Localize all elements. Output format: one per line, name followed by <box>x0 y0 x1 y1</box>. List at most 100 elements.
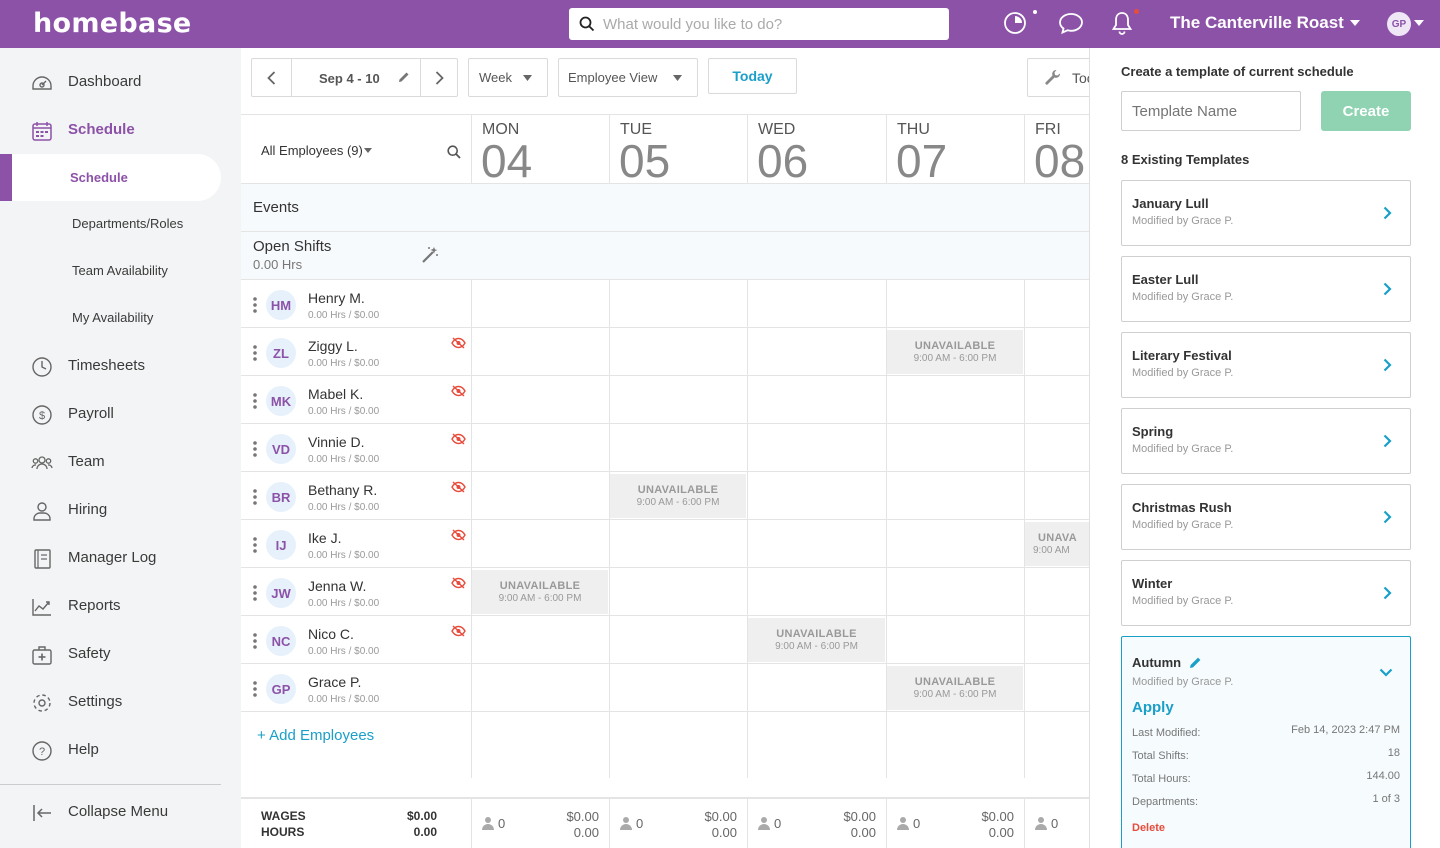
sidebar-item-dashboard[interactable]: Dashboard <box>0 62 241 102</box>
template-card[interactable]: January Lull Modified by Grace P. <box>1121 180 1411 246</box>
date-range-display[interactable]: Sep 4 - 10 <box>292 59 420 96</box>
active-indicator <box>0 154 12 201</box>
employee-name[interactable]: Henry M. <box>308 290 365 306</box>
subnav-team-availability[interactable]: Team Availability <box>0 253 241 289</box>
magic-wand-icon[interactable] <box>421 246 439 264</box>
kebab-menu-icon[interactable] <box>253 585 257 601</box>
employee-row[interactable]: IJ Ike J. 0.00 Hrs / $0.00 <box>241 520 1090 568</box>
template-card[interactable]: Literary Festival Modified by Grace P. <box>1121 332 1411 398</box>
employee-avatar: ZL <box>266 338 296 368</box>
kebab-menu-icon[interactable] <box>253 441 257 457</box>
subnav-departments-roles[interactable]: Departments/Roles <box>0 206 241 242</box>
unavailable-block[interactable]: UNAVAILABLE 9:00 AM - 6:00 PM <box>610 474 746 518</box>
sidebar-item-team[interactable]: Team <box>0 442 241 482</box>
sidebar-item-timesheets[interactable]: Timesheets <box>0 346 241 386</box>
range-select[interactable]: Week <box>468 58 548 97</box>
delete-template-button[interactable]: Delete <box>1132 822 1165 834</box>
pencil-icon[interactable] <box>1189 656 1202 669</box>
prev-week-button[interactable] <box>252 59 292 96</box>
employee-name[interactable]: Jenna W. <box>308 578 366 594</box>
sidebar-item-help[interactable]: ? Help <box>0 730 241 770</box>
template-card[interactable]: Easter Lull Modified by Grace P. <box>1121 256 1411 322</box>
chevron-down-icon[interactable] <box>1379 668 1393 677</box>
clock-icon <box>32 357 52 377</box>
sidebar-item-label: Help <box>68 741 99 758</box>
kebab-menu-icon[interactable] <box>253 537 257 553</box>
user-avatar[interactable]: GP <box>1387 12 1411 36</box>
create-template-button[interactable]: Create <box>1321 91 1411 131</box>
caret-down-icon <box>363 148 372 153</box>
employee-name[interactable]: Bethany R. <box>308 482 377 498</box>
template-card[interactable]: Christmas Rush Modified by Grace P. <box>1121 484 1411 550</box>
location-selector[interactable]: The Canterville Roast <box>1170 13 1360 33</box>
top-bar: homebase The Canterville Roast GP <box>0 0 1440 48</box>
unavailable-block[interactable]: UNAVAILABLE 9:00 AM - 6:00 PM <box>472 570 608 614</box>
collapse-menu-button[interactable]: Collapse Menu <box>0 792 241 832</box>
employee-name[interactable]: Ike J. <box>308 530 341 546</box>
employee-name[interactable]: Grace P. <box>308 674 361 690</box>
template-name-input[interactable] <box>1121 91 1301 131</box>
sidebar-item-settings[interactable]: Settings <box>0 682 241 722</box>
kebab-menu-icon[interactable] <box>253 393 257 409</box>
bell-icon[interactable] <box>1111 10 1133 36</box>
eye-slash-icon[interactable] <box>451 385 466 397</box>
apply-template-button[interactable]: Apply <box>1132 699 1174 716</box>
view-select[interactable]: Employee View <box>558 58 698 97</box>
employee-row[interactable]: VD Vinnie D. 0.00 Hrs / $0.00 <box>241 424 1090 472</box>
search-box[interactable] <box>569 8 949 40</box>
kebab-menu-icon[interactable] <box>253 297 257 313</box>
search-input[interactable] <box>603 15 923 33</box>
view-select-value: Employee View <box>568 70 658 85</box>
employee-name[interactable]: Vinnie D. <box>308 434 365 450</box>
day-header-wed[interactable]: WED 06 <box>747 114 886 187</box>
sidebar-item-hiring[interactable]: Hiring <box>0 490 241 530</box>
unavailable-block[interactable]: UNAVAILABLE 9:00 AM - 6:00 PM <box>887 666 1023 710</box>
day-header-fri[interactable]: FRI 08 <box>1024 114 1090 184</box>
search-icon[interactable] <box>447 145 461 159</box>
employee-row[interactable]: HM Henry M. 0.00 Hrs / $0.00 <box>241 280 1090 328</box>
chat-icon[interactable] <box>1058 11 1084 35</box>
sidebar-item-safety[interactable]: Safety <box>0 634 241 674</box>
template-name: Literary Festival <box>1132 348 1232 363</box>
unavailable-block[interactable]: UNAVA 9:00 AM <box>1025 522 1090 566</box>
sidebar-item-payroll[interactable]: $ Payroll <box>0 394 241 434</box>
kebab-menu-icon[interactable] <box>253 345 257 361</box>
day-header-mon[interactable]: MON 04 <box>471 114 609 187</box>
eye-slash-icon[interactable] <box>451 625 466 637</box>
next-week-button[interactable] <box>420 59 457 96</box>
subnav-my-availability[interactable]: My Availability <box>0 300 241 336</box>
kebab-menu-icon[interactable] <box>253 633 257 649</box>
employee-name[interactable]: Mabel K. <box>308 386 363 402</box>
sidebar-item-manager-log[interactable]: Manager Log <box>0 538 241 578</box>
kebab-menu-icon[interactable] <box>253 489 257 505</box>
tools-button[interactable]: Tools <box>1027 58 1090 97</box>
template-card[interactable]: Winter Modified by Grace P. <box>1121 560 1411 626</box>
day-header-thu[interactable]: THU 07 <box>886 114 1024 187</box>
sidebar-item-schedule[interactable]: Schedule <box>0 110 241 150</box>
kebab-menu-icon[interactable] <box>253 681 257 697</box>
employee-row[interactable]: MK Mabel K. 0.00 Hrs / $0.00 <box>241 376 1090 424</box>
template-card-expanded[interactable]: Autumn Modified by Grace P. Apply Last M… <box>1121 636 1411 848</box>
sidebar-item-reports[interactable]: Reports <box>0 586 241 626</box>
caret-down-icon[interactable] <box>1414 20 1424 26</box>
employee-row[interactable]: JW Jenna W. 0.00 Hrs / $0.00 <box>241 568 1090 616</box>
eye-slash-icon[interactable] <box>451 577 466 589</box>
eye-slash-icon[interactable] <box>451 433 466 445</box>
subnav-schedule[interactable]: Schedule <box>0 154 221 201</box>
today-button[interactable]: Today <box>708 58 797 94</box>
template-card[interactable]: Spring Modified by Grace P. <box>1121 408 1411 474</box>
add-employees-link[interactable]: + Add Employees <box>257 727 374 744</box>
unavailable-block[interactable]: UNAVAILABLE 9:00 AM - 6:00 PM <box>748 618 885 662</box>
eye-slash-icon[interactable] <box>451 529 466 541</box>
day-header-tue[interactable]: TUE 05 <box>609 114 747 187</box>
homebase-logo[interactable]: homebase <box>33 8 192 39</box>
employee-filter[interactable]: All Employees (9) <box>261 143 372 158</box>
employee-name[interactable]: Nico C. <box>308 626 354 642</box>
eye-slash-icon[interactable] <box>451 337 466 349</box>
employee-row[interactable]: NC Nico C. 0.00 Hrs / $0.00 <box>241 616 1090 664</box>
employee-name[interactable]: Ziggy L. <box>308 338 358 354</box>
timeclock-icon[interactable] <box>1003 11 1027 35</box>
unavailable-block[interactable]: UNAVAILABLE 9:00 AM - 6:00 PM <box>887 330 1023 374</box>
sidebar-item-label: Reports <box>68 597 121 614</box>
eye-slash-icon[interactable] <box>451 481 466 493</box>
